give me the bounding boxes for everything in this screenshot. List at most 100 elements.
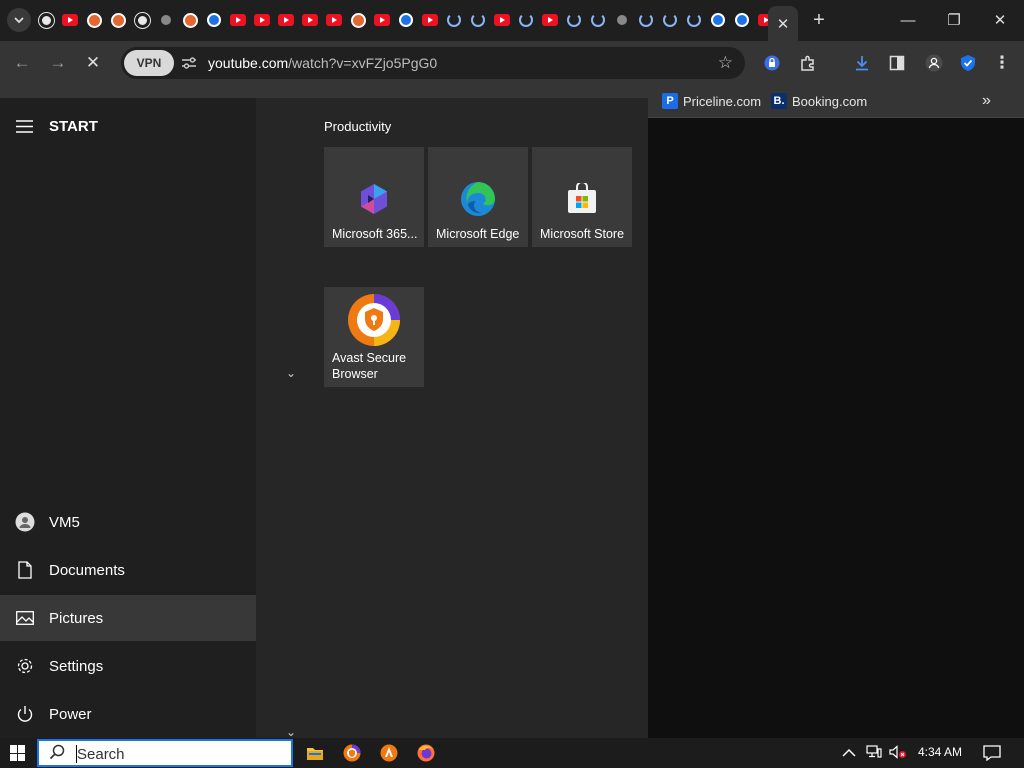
- taskbar-search-box[interactable]: Search: [37, 739, 293, 767]
- url-path: /watch?v=xvFZjo5PgG0: [288, 55, 438, 71]
- scroll-down-chevron-icon[interactable]: ⌄: [286, 725, 296, 739]
- chevron-down-icon: [14, 17, 24, 24]
- tab-6[interactable]: [156, 10, 176, 30]
- tile-microsoft-edge[interactable]: Microsoft Edge: [428, 147, 528, 247]
- bookmarks-overflow-button[interactable]: »: [982, 92, 991, 110]
- loading-icon: [687, 13, 701, 27]
- github-icon: [38, 12, 54, 28]
- youtube-icon: [302, 14, 318, 26]
- tab-10[interactable]: [252, 10, 272, 30]
- settings-icon: [15, 656, 35, 676]
- bookmark-star-icon[interactable]: ☆: [718, 53, 733, 73]
- network-icon[interactable]: [866, 745, 882, 762]
- duckduckgo-icon: [182, 12, 198, 28]
- vpn-button[interactable]: VPN: [124, 50, 174, 76]
- new-tab-button[interactable]: +: [808, 8, 830, 32]
- nav-pictures[interactable]: Pictures: [0, 595, 256, 641]
- address-bar[interactable]: VPN youtube.com/watch?v=xvFZjo5PgG0 ☆: [121, 47, 745, 79]
- windows-start-icon[interactable]: [10, 745, 26, 761]
- stop-loading-button[interactable]: ✕: [80, 50, 106, 76]
- profile-icon[interactable]: [921, 50, 947, 76]
- tab-1[interactable]: [36, 10, 56, 30]
- password-lock-icon[interactable]: [759, 50, 785, 76]
- tab-5[interactable]: [132, 10, 152, 30]
- tile-label: Microsoft 365...: [332, 227, 418, 241]
- tab-20[interactable]: [492, 10, 512, 30]
- tray-overflow-chevron-icon[interactable]: [842, 745, 856, 761]
- tile-microsoft-store[interactable]: Microsoft Store: [532, 147, 632, 247]
- tab-24[interactable]: [588, 10, 608, 30]
- forward-button[interactable]: →: [45, 50, 71, 76]
- tab-8[interactable]: [204, 10, 224, 30]
- nav-label: Power: [49, 705, 92, 723]
- firefox-icon[interactable]: [416, 743, 436, 763]
- tab-30[interactable]: [732, 10, 752, 30]
- tab-16[interactable]: [396, 10, 416, 30]
- tab-25[interactable]: [612, 10, 632, 30]
- file-explorer-icon[interactable]: [305, 743, 325, 763]
- hamburger-menu-icon[interactable]: [16, 118, 33, 138]
- tab-21[interactable]: [516, 10, 536, 30]
- tab-search-button[interactable]: [7, 8, 31, 32]
- search-input[interactable]: Search: [77, 746, 125, 763]
- active-tab[interactable]: ✕: [768, 6, 798, 41]
- close-window-button[interactable]: ✕: [988, 8, 1012, 32]
- user-icon: [15, 512, 35, 532]
- restore-button[interactable]: ❐: [942, 8, 966, 32]
- tab-26[interactable]: [636, 10, 656, 30]
- volume-muted-icon[interactable]: [889, 745, 907, 762]
- notification-center-icon[interactable]: [983, 745, 1001, 764]
- browser-toolbar: ← → ✕ VPN youtube.com/watch?v=xvFZjo5PgG…: [0, 41, 1024, 85]
- url-host: youtube.com: [208, 55, 289, 71]
- loading-icon: [639, 13, 653, 27]
- tab-15[interactable]: [372, 10, 392, 30]
- tab-9[interactable]: [228, 10, 248, 30]
- tab-27[interactable]: [660, 10, 680, 30]
- tab-4[interactable]: [108, 10, 128, 30]
- clock[interactable]: 4:34 AM: [918, 745, 962, 759]
- bookmark-priceline[interactable]: P Priceline.com: [662, 92, 761, 110]
- store-icon: [560, 177, 604, 221]
- tab-7[interactable]: [180, 10, 200, 30]
- group-collapse-chevron-icon[interactable]: ⌄: [286, 366, 296, 380]
- minimize-button[interactable]: —: [896, 8, 920, 32]
- site-info-icon[interactable]: [179, 53, 199, 73]
- nav-settings[interactable]: Settings: [0, 643, 256, 689]
- tab-23[interactable]: [564, 10, 584, 30]
- extensions-icon[interactable]: [795, 50, 821, 76]
- tile-avast-secure-browser[interactable]: Avast Secure Browser: [324, 287, 424, 387]
- nav-user[interactable]: VM5: [0, 499, 256, 545]
- security-shield-icon[interactable]: [955, 50, 981, 76]
- start-title: START: [49, 118, 98, 135]
- loading-icon: [447, 13, 461, 27]
- tab-3[interactable]: [84, 10, 104, 30]
- back-button[interactable]: ←: [9, 50, 35, 76]
- nav-documents[interactable]: Documents: [0, 547, 256, 593]
- tab-18[interactable]: [444, 10, 464, 30]
- tab-13[interactable]: [324, 10, 344, 30]
- tab-22[interactable]: [540, 10, 560, 30]
- tab-28[interactable]: [684, 10, 704, 30]
- youtube-icon: [230, 14, 246, 26]
- url-text[interactable]: youtube.com/watch?v=xvFZjo5PgG0: [208, 55, 437, 71]
- github-icon: [134, 12, 150, 28]
- tab-14[interactable]: [348, 10, 368, 30]
- browser-icon[interactable]: [342, 743, 362, 763]
- tab-19[interactable]: [468, 10, 488, 30]
- tab-2[interactable]: [60, 10, 80, 30]
- nav-label: Documents: [49, 561, 125, 579]
- menu-kebab-icon[interactable]: ⋮: [989, 50, 1015, 76]
- side-panel-icon[interactable]: [884, 50, 910, 76]
- close-tab-icon[interactable]: ✕: [777, 15, 790, 33]
- downloads-icon[interactable]: [849, 50, 875, 76]
- tile-microsoft-365[interactable]: Microsoft 365...: [324, 147, 424, 247]
- tile-label: Microsoft Edge: [436, 227, 520, 241]
- tab-17[interactable]: [420, 10, 440, 30]
- loading-icon: [567, 13, 581, 27]
- avast-taskbar-icon[interactable]: [379, 743, 399, 763]
- tab-11[interactable]: [276, 10, 296, 30]
- bookmark-booking[interactable]: B. Booking.com: [771, 92, 867, 110]
- tab-29[interactable]: [708, 10, 728, 30]
- tab-12[interactable]: [300, 10, 320, 30]
- nav-power[interactable]: Power: [0, 691, 256, 737]
